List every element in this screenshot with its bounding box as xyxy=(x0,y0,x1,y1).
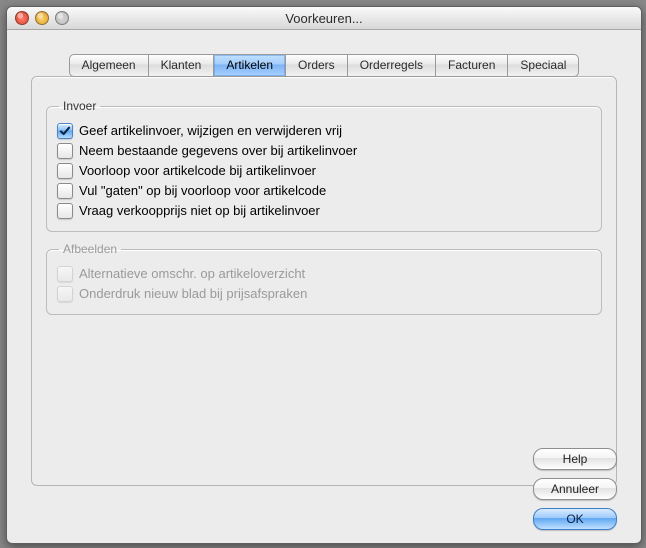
checkbox-row: Vraag verkoopprijs niet op bij artikelin… xyxy=(57,201,591,221)
checkbox-row: Neem bestaande gegevens over bij artikel… xyxy=(57,141,591,161)
group-afbeelden: Afbeelden Alternatieve omschr. op artike… xyxy=(46,242,602,315)
tab-algemeen[interactable]: Algemeen xyxy=(69,54,149,77)
ok-button[interactable]: OK xyxy=(533,508,617,530)
window-controls xyxy=(7,11,69,25)
tab-artikelen[interactable]: Artikelen xyxy=(214,54,286,77)
checkbox-voorloop-artikelcode[interactable] xyxy=(57,163,73,179)
checkbox-label: Alternatieve omschr. op artikeloverzicht xyxy=(79,265,305,283)
tab-panel: Invoer Geef artikelinvoer, wijzigen en v… xyxy=(31,76,617,486)
checkbox-row: Alternatieve omschr. op artikeloverzicht xyxy=(57,264,591,284)
checkbox-onderdruk-nieuw-blad xyxy=(57,286,73,302)
tab-orderregels[interactable]: Orderregels xyxy=(348,54,436,77)
checkbox-label: Onderdruk nieuw blad bij prijsafspraken xyxy=(79,285,307,303)
checkbox-label: Geef artikelinvoer, wijzigen en verwijde… xyxy=(79,122,342,140)
tab-speciaal[interactable]: Speciaal xyxy=(508,54,579,77)
checkbox-vul-gaten[interactable] xyxy=(57,183,73,199)
group-invoer-legend: Invoer xyxy=(59,99,100,113)
window-title: Voorkeuren... xyxy=(7,11,641,26)
close-window-button[interactable] xyxy=(15,11,29,25)
checkbox-geef-artikelinvoer-vrij[interactable] xyxy=(57,123,73,139)
content-area: Algemeen Klanten Artikelen Orders Orderr… xyxy=(7,30,641,544)
checkbox-row: Voorloop voor artikelcode bij artikelinv… xyxy=(57,161,591,181)
help-button[interactable]: Help xyxy=(533,448,617,470)
checkbox-alternatieve-omschr xyxy=(57,266,73,282)
checkbox-row: Vul "gaten" op bij voorloop voor artikel… xyxy=(57,181,591,201)
checkbox-row: Geef artikelinvoer, wijzigen en verwijde… xyxy=(57,121,591,141)
button-column: Help Annuleer OK xyxy=(533,448,617,530)
titlebar: Voorkeuren... xyxy=(7,7,641,30)
minimize-window-button[interactable] xyxy=(35,11,49,25)
checkbox-row: Onderdruk nieuw blad bij prijsafspraken xyxy=(57,284,591,304)
checkbox-vraag-verkoopprijs[interactable] xyxy=(57,203,73,219)
checkbox-label: Vul "gaten" op bij voorloop voor artikel… xyxy=(79,182,326,200)
tab-klanten[interactable]: Klanten xyxy=(149,54,215,77)
checkbox-label: Vraag verkoopprijs niet op bij artikelin… xyxy=(79,202,320,220)
checkbox-label: Voorloop voor artikelcode bij artikelinv… xyxy=(79,162,316,180)
preferences-window: Voorkeuren... Algemeen Klanten Artikelen… xyxy=(6,6,642,544)
tab-strip: Algemeen Klanten Artikelen Orders Orderr… xyxy=(31,54,617,77)
checkbox-label: Neem bestaande gegevens over bij artikel… xyxy=(79,142,357,160)
tab-facturen[interactable]: Facturen xyxy=(436,54,508,77)
checkbox-neem-bestaande-gegevens[interactable] xyxy=(57,143,73,159)
group-invoer: Invoer Geef artikelinvoer, wijzigen en v… xyxy=(46,99,602,232)
group-afbeelden-legend: Afbeelden xyxy=(59,242,121,256)
tab-orders[interactable]: Orders xyxy=(286,54,348,77)
zoom-window-button[interactable] xyxy=(55,11,69,25)
cancel-button[interactable]: Annuleer xyxy=(533,478,617,500)
